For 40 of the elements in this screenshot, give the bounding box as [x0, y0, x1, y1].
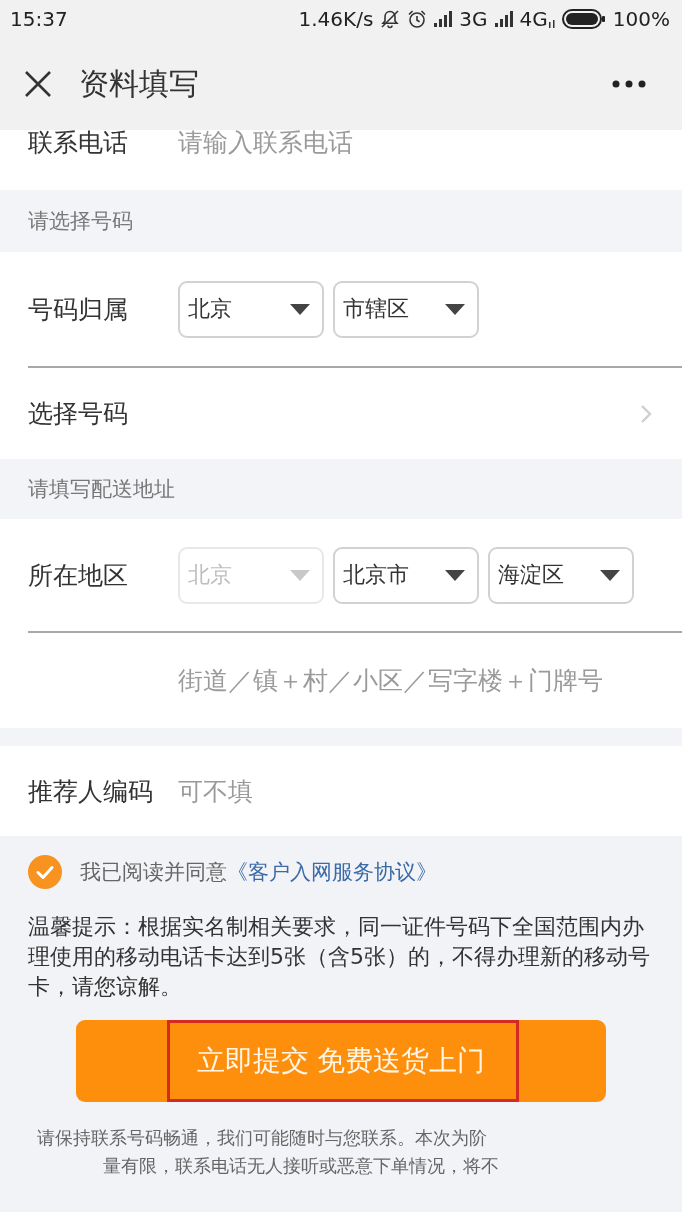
- agreement-text: 我已阅读并同意《客户入网服务协议》: [80, 859, 437, 886]
- muted-bell-icon: [380, 9, 401, 29]
- choose-number-row[interactable]: 选择号码: [0, 368, 682, 459]
- caret-icon: [600, 569, 620, 581]
- notice-text: 温馨提示：根据实名制相关要求，同一证件号码下全国范围内办理使用的移动电话卡达到5张（含5张）的，不得办理新的移动号卡，请您谅解。: [28, 913, 651, 1001]
- signal-icon: [494, 11, 513, 27]
- field-label: 所在地区: [28, 559, 129, 592]
- field-label: 号码归属: [28, 293, 129, 326]
- page-title: 资料填写: [79, 64, 199, 103]
- dropdown[interactable]: 海淀区: [488, 546, 634, 604]
- caret-icon: [445, 303, 465, 315]
- network-type: 3G: [459, 7, 488, 31]
- section-header: 请选择号码: [0, 190, 682, 252]
- section-header: 请填写配送地址: [0, 459, 682, 519]
- chevron-right-icon: [640, 403, 652, 424]
- field-label: 推荐人编码: [28, 775, 154, 808]
- battery-icon: [561, 9, 606, 29]
- referrer-input[interactable]: 可不填: [178, 775, 662, 807]
- footer-note: 请保持联系号码畅通，我们可能随时与您联系。本次为阶: [36, 1126, 488, 1150]
- battery-percent: 100%: [612, 7, 670, 31]
- signal-icon: [434, 11, 453, 27]
- more-icon[interactable]: [612, 80, 646, 88]
- data-activity-icon: [548, 20, 555, 28]
- footer-note: 量有限，联系电话无人接听或恶意下单情况，将不: [102, 1154, 500, 1178]
- field-label: 联系电话: [28, 130, 129, 156]
- caret-icon: [445, 569, 465, 581]
- address-input[interactable]: 街道／镇＋村／小区／写字楼＋门牌号: [178, 664, 662, 697]
- caret-icon: [290, 569, 310, 581]
- caret-icon: [290, 303, 310, 315]
- alarm-clock-icon: [407, 9, 428, 29]
- network-speed: 1.46K/s: [298, 7, 374, 31]
- dropdown[interactable]: 北京市: [333, 546, 479, 604]
- dropdown[interactable]: 市辖区: [333, 280, 479, 338]
- agreement-link[interactable]: 《客户入网服务协议》: [227, 860, 437, 884]
- network-type: 4G: [519, 7, 548, 31]
- dropdown[interactable]: 北京: [178, 280, 324, 338]
- close-icon[interactable]: [23, 69, 53, 99]
- checkbox-icon[interactable]: [28, 855, 62, 889]
- phone-input[interactable]: 请输入联系电话: [178, 130, 662, 156]
- status-time: 15:37: [10, 7, 68, 31]
